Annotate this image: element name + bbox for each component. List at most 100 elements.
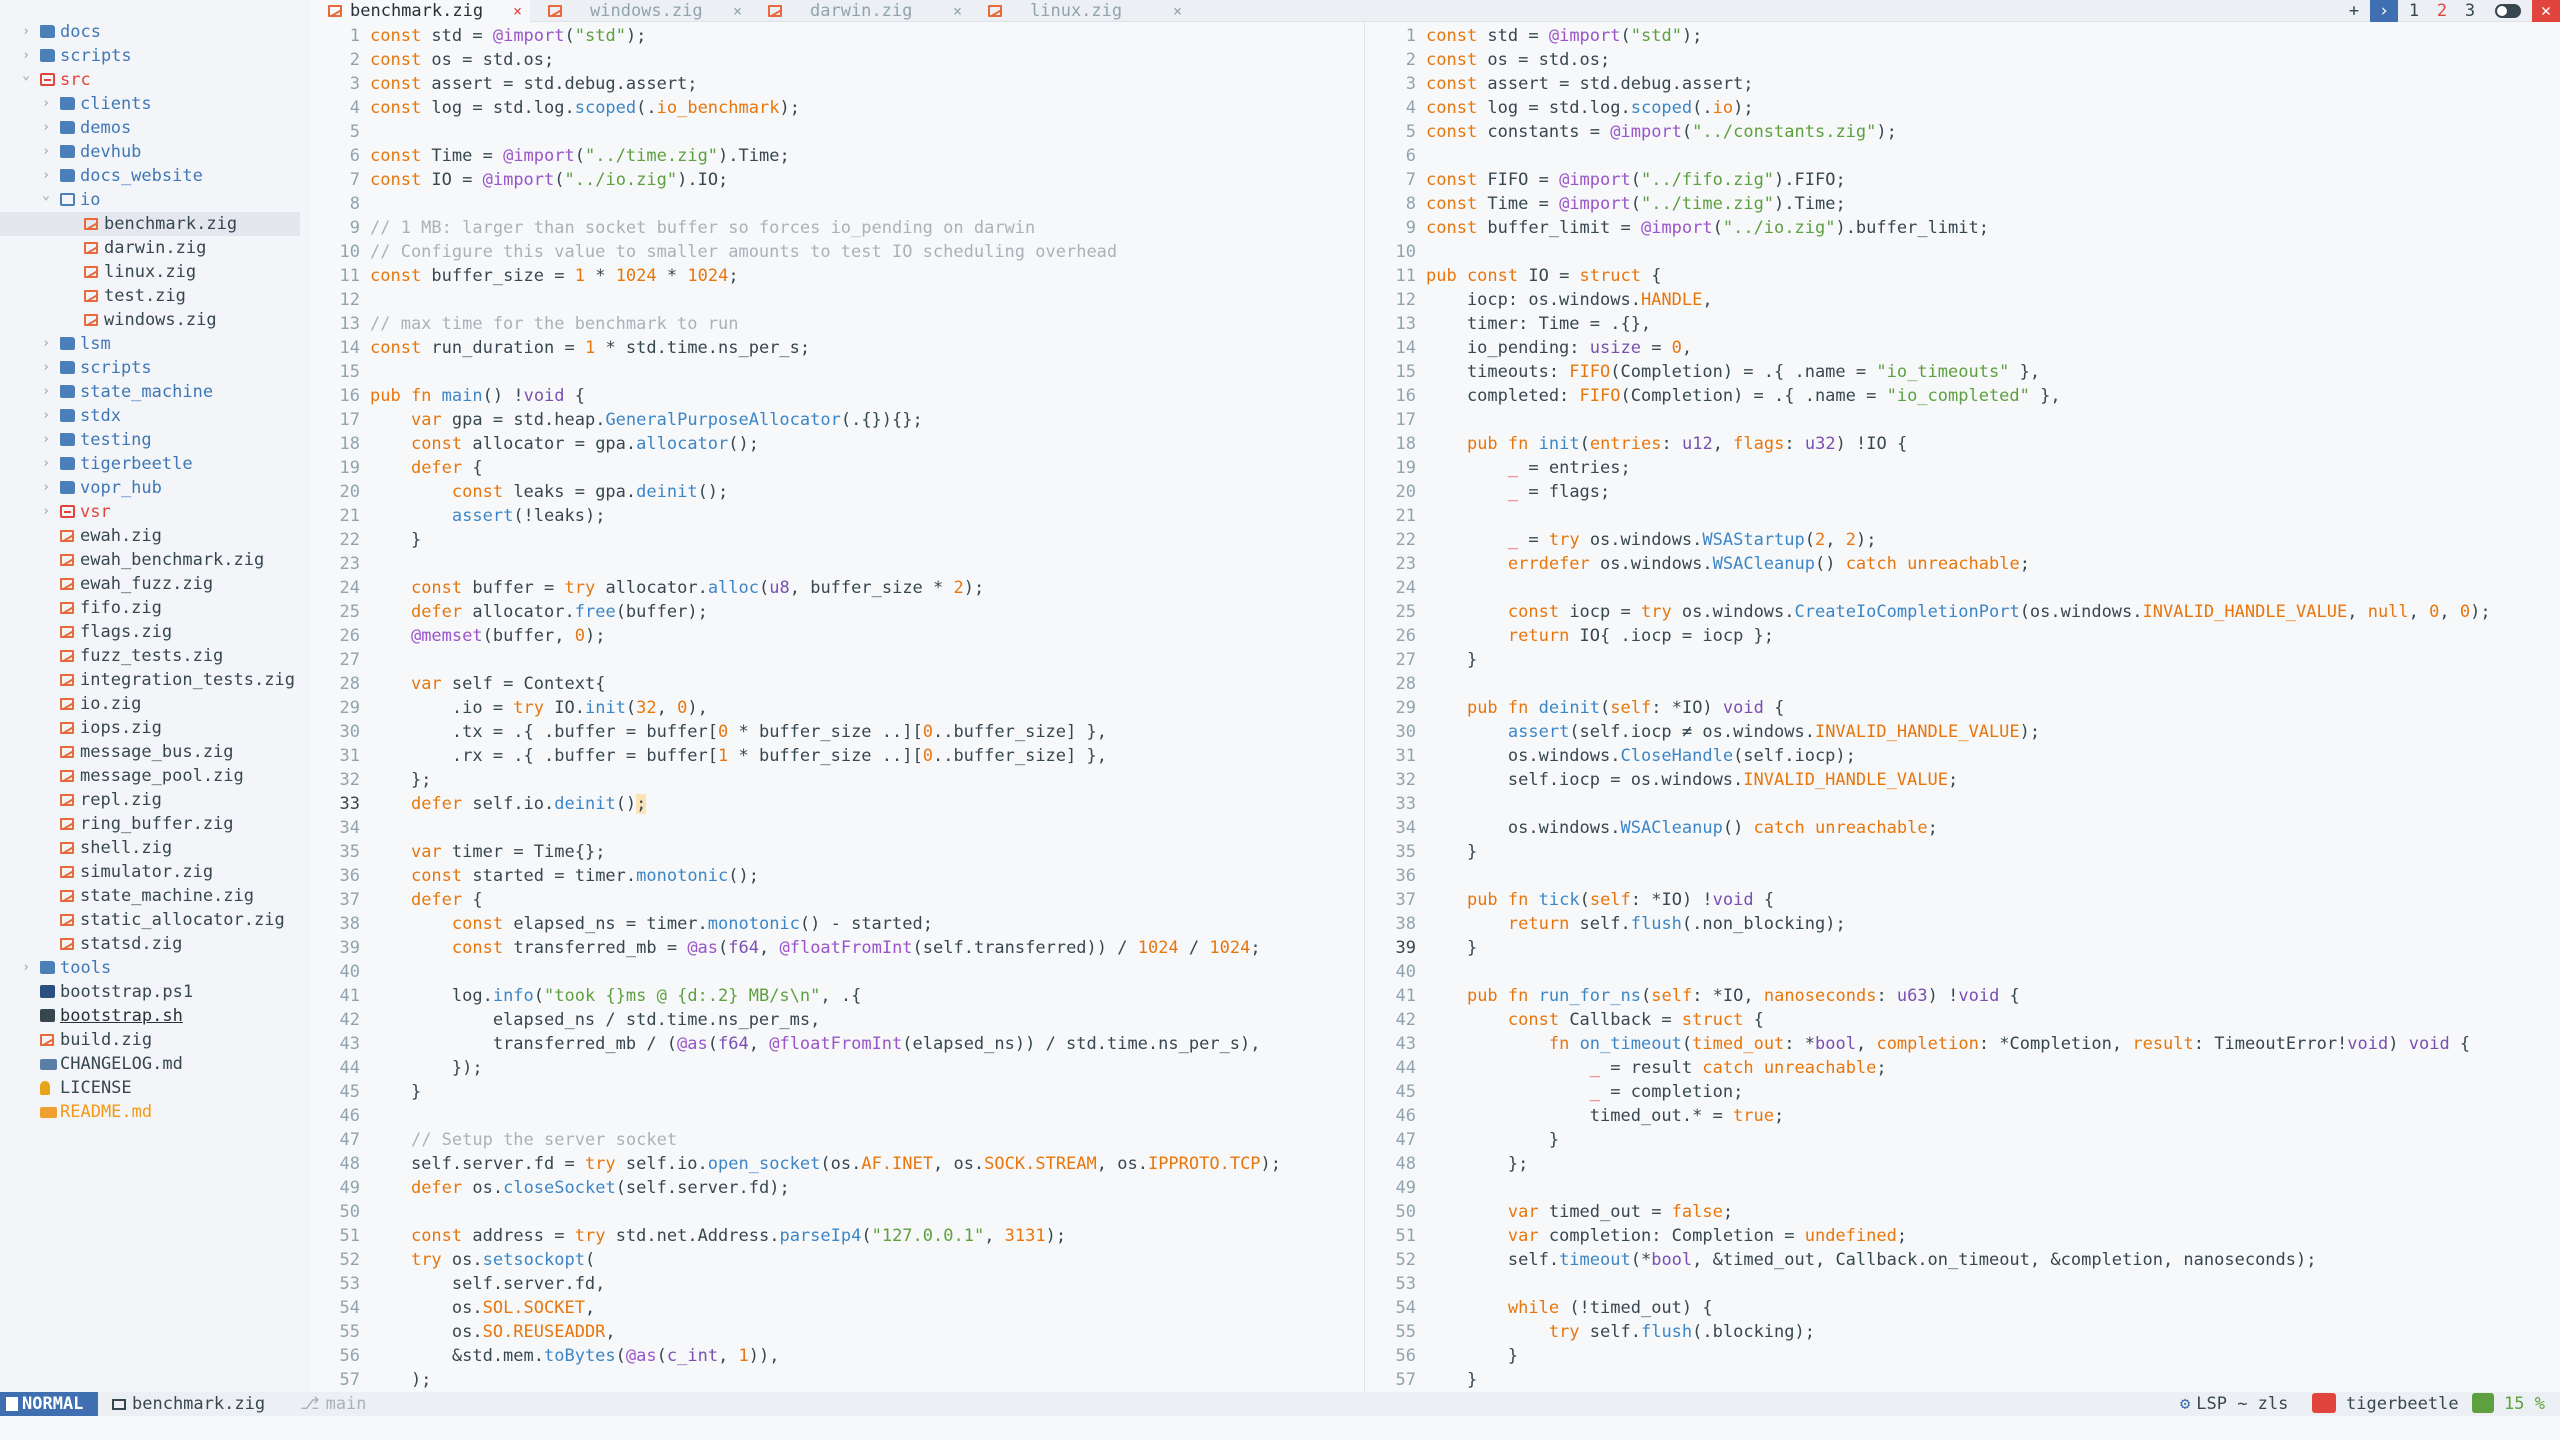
tree-item-ring-buffer-zig[interactable]: ring_buffer.zig: [0, 812, 300, 836]
chevron-right-icon: ›: [42, 144, 50, 159]
tree-item-message-bus-zig[interactable]: message_bus.zig: [0, 740, 300, 764]
close-tab-icon[interactable]: ×: [1173, 0, 1182, 22]
tree-item-io[interactable]: ⌄ io: [0, 188, 300, 212]
zig-file-icon: [40, 1034, 54, 1046]
line-number: 28: [1395, 674, 1416, 694]
tree-item-bootstrap-sh[interactable]: bootstrap.sh: [0, 1004, 300, 1028]
zig-file-icon: [60, 890, 74, 902]
tree-item-demos[interactable]: › demos: [0, 116, 300, 140]
tree-item-readme-md[interactable]: README.md: [0, 1100, 300, 1124]
code-text: os.windows.WSACleanup() catch unreachabl…: [1426, 818, 1938, 838]
line-number: 31: [1395, 746, 1416, 766]
zig-file-icon: [60, 578, 74, 590]
new-tab-button[interactable]: +: [2340, 0, 2368, 22]
tree-item-fifo-zig[interactable]: fifo.zig: [0, 596, 300, 620]
tree-item-label: stdx: [80, 406, 121, 426]
close-tab-icon[interactable]: ×: [953, 0, 962, 22]
tree-item-message-pool-zig[interactable]: message_pool.zig: [0, 764, 300, 788]
tree-item-devhub[interactable]: › devhub: [0, 140, 300, 164]
tree-item-tools[interactable]: › tools: [0, 956, 300, 980]
tree-item-clients[interactable]: › clients: [0, 92, 300, 116]
tree-item-vsr[interactable]: › vsr: [0, 500, 300, 524]
tree-item-changelog-md[interactable]: CHANGELOG.md: [0, 1052, 300, 1076]
zig-file-icon: [60, 626, 74, 638]
tree-item-label: integration_tests.zig: [80, 670, 295, 690]
tree-item-src[interactable]: ⌄ src: [0, 68, 300, 92]
code-text: assert(!leaks);: [451, 506, 606, 526]
tree-item-state-machine-zig[interactable]: state_machine.zig: [0, 884, 300, 908]
tree-item-label: devhub: [80, 142, 142, 162]
tree-item-testing[interactable]: › testing: [0, 428, 300, 452]
tree-item-io-zig[interactable]: io.zig: [0, 692, 300, 716]
tab-page-2-button[interactable]: 2: [2428, 0, 2456, 22]
tree-item-lsm[interactable]: › lsm: [0, 332, 300, 356]
tree-item-benchmark-zig[interactable]: benchmark.zig: [0, 212, 300, 236]
tree-item-flags-zig[interactable]: flags.zig: [0, 620, 300, 644]
line-number: 9: [1405, 218, 1416, 238]
tree-item-repl-zig[interactable]: repl.zig: [0, 788, 300, 812]
tree-item-windows-zig[interactable]: windows.zig: [0, 308, 300, 332]
line-number: 27: [339, 650, 360, 670]
line-number: 9: [349, 218, 360, 238]
close-tab-icon[interactable]: ×: [733, 0, 742, 22]
tree-item-integration-tests-zig[interactable]: integration_tests.zig: [0, 668, 300, 692]
tree-item-vopr-hub[interactable]: › vopr_hub: [0, 476, 300, 500]
line-number: 6: [349, 146, 360, 166]
tree-item-license[interactable]: LICENSE: [0, 1076, 300, 1100]
command-line[interactable]: [0, 1416, 2560, 1440]
code-text: &std.mem.toBytes(@as(c_int, 1)),: [370, 1346, 780, 1366]
tree-item-darwin-zig[interactable]: darwin.zig: [0, 236, 300, 260]
lsp-status: ⚙ LSP ~ zls: [2180, 1392, 2288, 1416]
theme-toggle-icon[interactable]: [2488, 0, 2528, 22]
line-number: 17: [1395, 410, 1416, 430]
tree-item-test-zig[interactable]: test.zig: [0, 284, 300, 308]
tree-item-build-zig[interactable]: build.zig: [0, 1028, 300, 1052]
line-number: 42: [1395, 1010, 1416, 1030]
line-number: 23: [339, 554, 360, 574]
close-window-button[interactable]: ✕: [2532, 0, 2560, 22]
tree-item-linux-zig[interactable]: linux.zig: [0, 260, 300, 284]
close-tab-icon[interactable]: ×: [513, 0, 522, 22]
file-explorer[interactable]: › docs › scripts ⌄ src › clients › demos › devhub › d…: [0, 0, 310, 1392]
tree-item-label: LICENSE: [60, 1078, 132, 1098]
tab-darwin[interactable]: darwin.zig ×: [750, 0, 970, 22]
zig-file-icon: [60, 770, 74, 782]
tree-item-label: darwin.zig: [104, 238, 207, 258]
line-number: 22: [339, 530, 360, 550]
code-text: errdefer os.windows.WSACleanup() catch u…: [1507, 554, 2030, 574]
tree-item-fuzz-tests-zig[interactable]: fuzz_tests.zig: [0, 644, 300, 668]
editor-pane-right[interactable]: 1 const std = @import("std"); 2 const os = …: [1366, 22, 2560, 1392]
code-text: timeouts: FIFO(Completion) = .{ .name = …: [1426, 362, 2041, 382]
tree-item-docs[interactable]: › docs: [0, 20, 300, 44]
tree-item-state-machine[interactable]: › state_machine: [0, 380, 300, 404]
tree-item-bootstrap-ps1[interactable]: bootstrap.ps1: [0, 980, 300, 1004]
tab-label: benchmark.zig: [350, 1, 484, 21]
tree-item-ewah-benchmark-zig[interactable]: ewah_benchmark.zig: [0, 548, 300, 572]
tab-linux[interactable]: linux.zig ×: [970, 0, 1190, 22]
zig-file-icon: [84, 314, 98, 326]
tree-item-iops-zig[interactable]: iops.zig: [0, 716, 300, 740]
tree-item-ewah-fuzz-zig[interactable]: ewah_fuzz.zig: [0, 572, 300, 596]
tab-page-3-button[interactable]: 3: [2456, 0, 2484, 22]
tree-item-statsd-zig[interactable]: statsd.zig: [0, 932, 300, 956]
tree-item-tigerbeetle[interactable]: › tigerbeetle: [0, 452, 300, 476]
editor-pane-left[interactable]: 1 const std = @import("std"); 2 const os = …: [310, 22, 1365, 1392]
code-text: const std = @import("std");: [1426, 26, 1703, 46]
tab-page-1-button[interactable]: 1: [2400, 0, 2428, 22]
tree-item-static-allocator-zig[interactable]: static_allocator.zig: [0, 908, 300, 932]
tree-item-ewah-zig[interactable]: ewah.zig: [0, 524, 300, 548]
tree-item-label: vsr: [80, 502, 111, 522]
tab-benchmark[interactable]: benchmark.zig ×: [310, 0, 530, 22]
line-number: 8: [1405, 194, 1416, 214]
tree-item-simulator-zig[interactable]: simulator.zig: [0, 860, 300, 884]
tree-item-label: benchmark.zig: [104, 214, 238, 234]
tree-item-stdx[interactable]: › stdx: [0, 404, 300, 428]
tree-item-scripts[interactable]: › scripts: [0, 356, 300, 380]
tree-item-shell-zig[interactable]: shell.zig: [0, 836, 300, 860]
code-text: fn on_timeout(timed_out: *bool, completi…: [1548, 1034, 2471, 1054]
tab-windows[interactable]: windows.zig ×: [530, 0, 750, 22]
line-number: 17: [339, 410, 360, 430]
line-number: 2: [1405, 50, 1416, 70]
tree-item-scripts[interactable]: › scripts: [0, 44, 300, 68]
tab-chevron-button[interactable]: ›: [2370, 0, 2398, 22]
